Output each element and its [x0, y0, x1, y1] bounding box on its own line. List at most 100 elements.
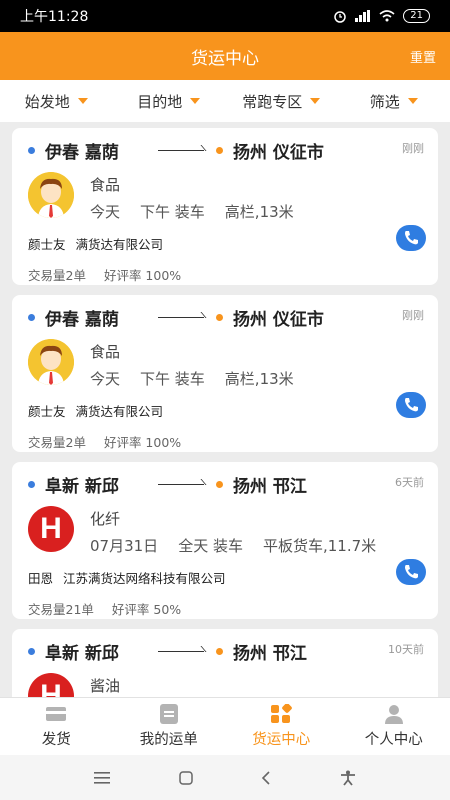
filter-bar: 始发地 目的地 常跑专区 筛选	[0, 80, 450, 122]
time-ago: 刚刚	[402, 142, 424, 155]
phone-icon	[405, 565, 418, 579]
signal-icon	[355, 10, 371, 22]
origin: 阜新 新邱	[45, 643, 119, 664]
battery-indicator: 21	[403, 9, 430, 23]
goods-type: 食品	[90, 343, 121, 361]
time-ago: 10天前	[388, 643, 424, 656]
origin-dot-icon	[28, 313, 35, 321]
goods-type: 酱油	[90, 677, 121, 695]
hospital-avatar: H	[28, 506, 74, 552]
route: 伊春 嘉荫 扬州 仪征市	[28, 138, 422, 163]
tab-label: 个人中心	[364, 732, 423, 748]
caret-down-icon	[310, 98, 321, 104]
status-bar: 上午11:28 21	[0, 0, 450, 32]
destination-dot-icon	[216, 647, 223, 655]
contact-name: 颜士友	[28, 237, 66, 252]
destination-dot-icon	[216, 480, 223, 488]
tab-label: 我的运单	[139, 732, 198, 748]
arrow-right-icon	[158, 646, 204, 656]
person-icon	[384, 705, 403, 724]
cargo-list[interactable]: 伊春 嘉荫 扬州 仪征市 刚刚 食品 今天 下午 装车 高栏,13米 颜士友 满货达有…	[0, 122, 450, 697]
rating: 好评率 100%	[103, 268, 182, 283]
home-icon[interactable]	[179, 770, 193, 785]
rating: 好评率 100%	[103, 435, 182, 450]
status-time: 上午11:28	[20, 9, 89, 25]
accessibility-icon[interactable]	[340, 770, 356, 786]
arrow-right-icon	[158, 312, 204, 322]
menu-icon[interactable]	[94, 771, 111, 784]
person-avatar	[28, 172, 74, 218]
goods-type: 食品	[90, 176, 121, 194]
destination: 扬州 仪征市	[233, 142, 324, 163]
caret-down-icon	[407, 98, 418, 104]
company-name: 满货达有限公司	[75, 237, 164, 252]
caret-down-icon	[77, 98, 88, 104]
contact-name: 田恩	[28, 571, 54, 586]
destination-dot-icon	[216, 146, 223, 154]
filter-destination[interactable]: 目的地	[113, 91, 226, 112]
wifi-icon	[379, 10, 395, 22]
company-name: 江苏满货达网络科技有限公司	[63, 571, 226, 586]
route: 阜新 新邱 扬州 邗江	[28, 472, 422, 497]
tab-profile[interactable]: 个人中心	[338, 698, 450, 755]
filter-screen[interactable]: 筛选	[338, 91, 450, 112]
tab-ship[interactable]: 发货	[0, 698, 113, 755]
cargo-card[interactable]: 伊春 嘉荫 扬州 仪征市 刚刚 食品 今天 下午 装车 高栏,13米 颜士友 满货达有…	[12, 295, 438, 452]
filter-origin[interactable]: 始发地	[0, 91, 113, 112]
tab-label: 发货	[41, 732, 71, 748]
origin: 阜新 新邱	[45, 476, 119, 497]
arrow-right-icon	[158, 479, 204, 489]
person-avatar-icon	[28, 339, 74, 385]
list-icon	[159, 704, 178, 724]
filter-frequent-routes[interactable]: 常跑专区	[225, 91, 338, 112]
phone-icon	[405, 398, 418, 412]
origin: 伊春 嘉荫	[45, 309, 119, 330]
filter-label: 目的地	[137, 92, 183, 111]
status-icons: 21	[333, 9, 430, 23]
trade-count: 交易量2单	[28, 268, 86, 283]
load-date: 今天	[90, 203, 121, 221]
page-title: 货运中心	[191, 48, 259, 69]
cargo-card[interactable]: 阜新 新邱 扬州 邗江 10天前 H 酱油	[12, 629, 438, 697]
destination: 扬州 邗江	[233, 476, 307, 497]
phone-icon	[405, 231, 418, 245]
load-date: 今天	[90, 370, 121, 388]
destination: 扬州 邗江	[233, 643, 307, 664]
load-period: 全天 装车	[178, 537, 243, 555]
person-avatar	[28, 339, 74, 385]
call-button[interactable]	[396, 225, 426, 251]
route: 阜新 新邱 扬州 邗江	[28, 639, 422, 664]
tab-freight-center[interactable]: 货运中心	[225, 698, 338, 755]
back-icon[interactable]	[261, 770, 271, 785]
app-header: 货运中心 重置	[0, 32, 450, 80]
wallet-icon	[46, 707, 67, 721]
tab-my-orders[interactable]: 我的运单	[113, 698, 226, 755]
cargo-card[interactable]: 伊春 嘉荫 扬州 仪征市 刚刚 食品 今天 下午 装车 高栏,13米 颜士友 满货达有…	[12, 128, 438, 285]
trade-count: 交易量2单	[28, 435, 86, 450]
rating: 好评率 50%	[111, 602, 182, 617]
call-button[interactable]	[396, 559, 426, 585]
trade-count: 交易量21单	[28, 602, 94, 617]
origin-dot-icon	[28, 480, 35, 488]
load-period: 下午 装车	[140, 370, 205, 388]
load-date: 07月31日	[90, 537, 159, 555]
time-ago: 6天前	[395, 476, 424, 489]
bottom-tab-bar: 发货 我的运单 货运中心 个人中心	[0, 697, 450, 755]
truck-spec: 高栏,13米	[224, 203, 294, 221]
hospital-avatar: H	[28, 673, 74, 697]
reset-button[interactable]: 重置	[410, 47, 436, 66]
tab-label: 货运中心	[252, 732, 311, 748]
destination: 扬州 仪征市	[233, 309, 324, 330]
filter-label: 始发地	[24, 92, 70, 111]
call-button[interactable]	[396, 392, 426, 418]
truck-spec: 高栏,13米	[224, 370, 294, 388]
goods-type: 化纤	[90, 510, 121, 528]
arrow-right-icon	[158, 145, 204, 155]
caret-down-icon	[190, 98, 201, 104]
filter-label: 筛选	[369, 92, 400, 111]
system-nav-bar	[0, 755, 450, 800]
grid-icon	[271, 704, 293, 723]
origin-dot-icon	[28, 146, 35, 154]
cargo-card[interactable]: 阜新 新邱 扬州 邗江 6天前 H 化纤 07月31日 全天 装车 平板货车,11.…	[12, 462, 438, 619]
truck-spec: 平板货车,11.7米	[262, 537, 377, 555]
